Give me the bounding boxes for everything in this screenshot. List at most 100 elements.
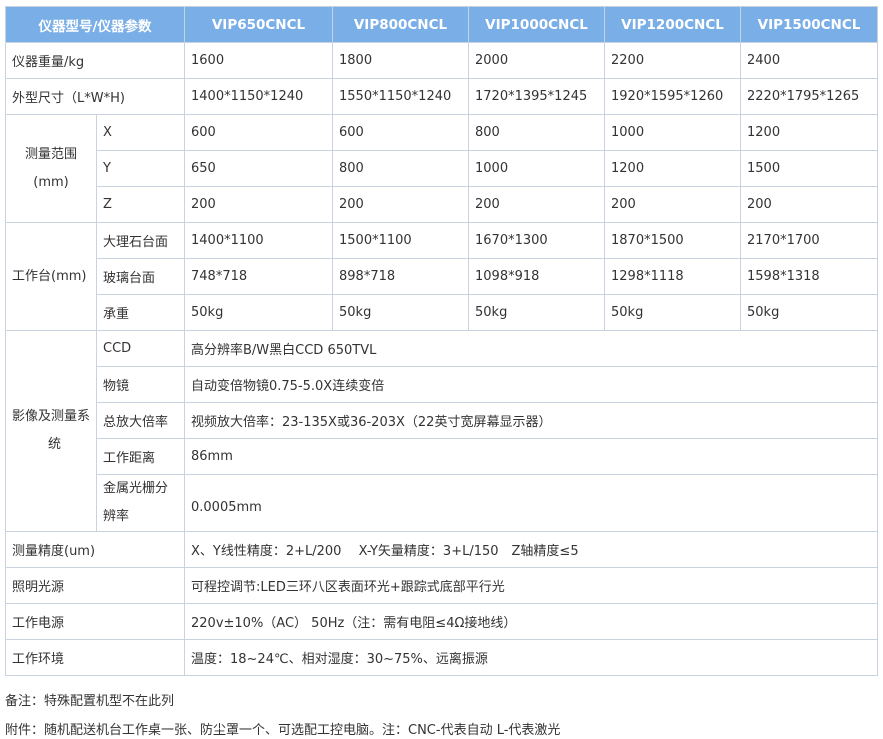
imaging-label-line2: 统	[48, 437, 62, 452]
table-row-imaging-magnification: 总放大倍率 视频放大倍率：23-135X或36-203X（22英寸宽屏幕显示器）	[6, 402, 878, 439]
table-row-imaging-grating: 金属光栅分 辨率 0.0005mm	[6, 474, 878, 532]
row-label: 照明光源	[5, 567, 185, 604]
header-row: 仪器型号/仪器参数 VIP650CNCL VIP800CNCL VIP1000C…	[5, 6, 878, 43]
sub-label: 总放大倍率	[96, 402, 185, 439]
table-row-lighting: 照明光源 可程控调节:LED三环八区表面环光+跟踪式底部平行光	[5, 567, 878, 604]
table-row-imaging-lens: 物镜 自动变倍物镜0.75-5.0X连续变倍	[6, 366, 878, 403]
note-accessory: 附件：随机配送机台工作桌一张、防尘罩一个、可选配工控电脑。注：CNC-代表自动 …	[5, 723, 561, 738]
sub-label: 物镜	[96, 366, 185, 403]
table-row-weight: 仪器重量/kg 1600 1800 2000 2200 2400	[5, 42, 878, 79]
cell: 200	[184, 186, 333, 223]
imaging-label-line1: 影像及测量系	[12, 409, 91, 424]
cell-wide: X、Y线性精度：2+L/200 X-Y矢量精度：3+L/150 Z轴精度≤5	[184, 531, 878, 568]
cell: 1400*1100	[184, 222, 333, 259]
cell: 748*718	[184, 258, 333, 295]
cell: 1000	[468, 150, 605, 187]
cell: 200	[468, 186, 605, 223]
header-param: 仪器型号/仪器参数	[5, 6, 185, 43]
table-row-imaging-ccd: 影像及测量系 统 CCD 高分辨率B/W黑白CCD 650TVL	[5, 330, 878, 532]
cell: 1200	[604, 150, 741, 187]
cell: 50kg	[332, 294, 469, 331]
table-row-power: 工作电源 220v±10%（AC） 50Hz（注：需有电阻≤4Ω接地线）	[5, 603, 878, 640]
header-model: VIP1000CNCL	[468, 6, 605, 43]
row-label: 仪器重量/kg	[5, 42, 185, 79]
row-label-imaging: 影像及测量系 统	[5, 330, 97, 532]
axis-label: X	[96, 114, 185, 151]
cell: 1720*1395*1245	[468, 78, 605, 115]
cell: 600	[332, 114, 469, 151]
grating-label-line2: 辨率	[103, 509, 130, 524]
cell: 2400	[740, 42, 878, 79]
range-label-line2: (mm)	[33, 174, 69, 190]
cell: 1400*1150*1240	[184, 78, 333, 115]
cell: 1298*1118	[604, 258, 741, 295]
cell: 200	[740, 186, 878, 223]
table-row-range-y: Y 650 800 1000 1200 1500	[6, 150, 878, 187]
sub-label: 工作距离	[96, 438, 185, 475]
header-model: VIP1200CNCL	[604, 6, 741, 43]
cell: 800	[468, 114, 605, 151]
axis-label: Z	[96, 186, 185, 223]
note-remark: 备注：特殊配置机型不在此列	[5, 694, 175, 709]
cell: 1920*1595*1260	[604, 78, 741, 115]
cell-wide: 自动变倍物镜0.75-5.0X连续变倍	[184, 366, 878, 403]
cell-wide: 视频放大倍率：23-135X或36-203X（22英寸宽屏幕显示器）	[184, 402, 878, 439]
table-row-environment: 工作环境 温度：18~24℃、相对湿度：30~75%、远离振源	[5, 639, 878, 676]
cell: 50kg	[604, 294, 741, 331]
table-row-worktable-marble: 工作台(mm) 大理石台面 1400*1100 1500*1100 1670*1…	[5, 222, 878, 331]
cell: 50kg	[740, 294, 878, 331]
grating-label-line1: 金属光栅分	[103, 481, 169, 496]
cell: 600	[184, 114, 333, 151]
cell: 1800	[332, 42, 469, 79]
table-row-accuracy: 测量精度(um) X、Y线性精度：2+L/200 X-Y矢量精度：3+L/150…	[5, 531, 878, 568]
range-label-line1: 测量范围	[24, 146, 77, 162]
cell-wide: 86mm	[184, 438, 878, 475]
cell: 800	[332, 150, 469, 187]
cell-wide: 温度：18~24℃、相对湿度：30~75%、远离振源	[184, 639, 878, 676]
cell-wide: 高分辨率B/W黑白CCD 650TVL	[184, 330, 878, 367]
cell: 200	[604, 186, 741, 223]
row-label: 工作电源	[5, 603, 185, 640]
table-row-range-x: 测量范围 (mm) X 600 600 800 1000 1200	[5, 114, 878, 223]
header-model: VIP650CNCL	[184, 6, 333, 43]
cell: 1500	[740, 150, 878, 187]
table-row-dimensions: 外型尺寸（L*W*H) 1400*1150*1240 1550*1150*124…	[5, 78, 878, 115]
cell: 2000	[468, 42, 605, 79]
row-label-range: 测量范围 (mm)	[5, 114, 97, 223]
cell-wide: 可程控调节:LED三环八区表面环光+跟踪式底部平行光	[184, 567, 878, 604]
sub-label: 玻璃台面	[96, 258, 185, 295]
cell: 2170*1700	[740, 222, 878, 259]
cell: 1098*918	[468, 258, 605, 295]
sub-label-grating: 金属光栅分 辨率	[96, 474, 185, 532]
header-model: VIP800CNCL	[332, 6, 469, 43]
cell: 1500*1100	[332, 222, 469, 259]
cell: 1550*1150*1240	[332, 78, 469, 115]
spec-table: 仪器型号/仪器参数 VIP650CNCL VIP800CNCL VIP1000C…	[5, 6, 878, 676]
cell: 1870*1500	[604, 222, 741, 259]
row-label: 测量精度(um)	[5, 531, 185, 568]
table-row-range-z: Z 200 200 200 200 200	[6, 186, 878, 223]
cell: 1200	[740, 114, 878, 151]
row-label-worktable: 工作台(mm)	[5, 222, 97, 331]
cell: 50kg	[184, 294, 333, 331]
cell: 1000	[604, 114, 741, 151]
table-row-imaging-distance: 工作距离 86mm	[6, 438, 878, 475]
cell-wide: 0.0005mm	[184, 474, 878, 532]
sub-label: 承重	[96, 294, 185, 331]
cell: 1600	[184, 42, 333, 79]
header-model: VIP1500CNCL	[740, 6, 878, 43]
axis-label: Y	[96, 150, 185, 187]
cell: 2220*1795*1265	[740, 78, 878, 115]
cell: 898*718	[332, 258, 469, 295]
cell: 1670*1300	[468, 222, 605, 259]
cell: 50kg	[468, 294, 605, 331]
cell: 1598*1318	[740, 258, 878, 295]
cell: 200	[332, 186, 469, 223]
cell-wide: 220v±10%（AC） 50Hz（注：需有电阻≤4Ω接地线）	[184, 603, 878, 640]
sub-label: 大理石台面	[96, 222, 185, 259]
table-row-worktable-glass: 玻璃台面 748*718 898*718 1098*918 1298*1118 …	[6, 258, 878, 295]
table-row-worktable-load: 承重 50kg 50kg 50kg 50kg 50kg	[6, 294, 878, 331]
row-label: 工作环境	[5, 639, 185, 676]
cell: 650	[184, 150, 333, 187]
cell: 2200	[604, 42, 741, 79]
